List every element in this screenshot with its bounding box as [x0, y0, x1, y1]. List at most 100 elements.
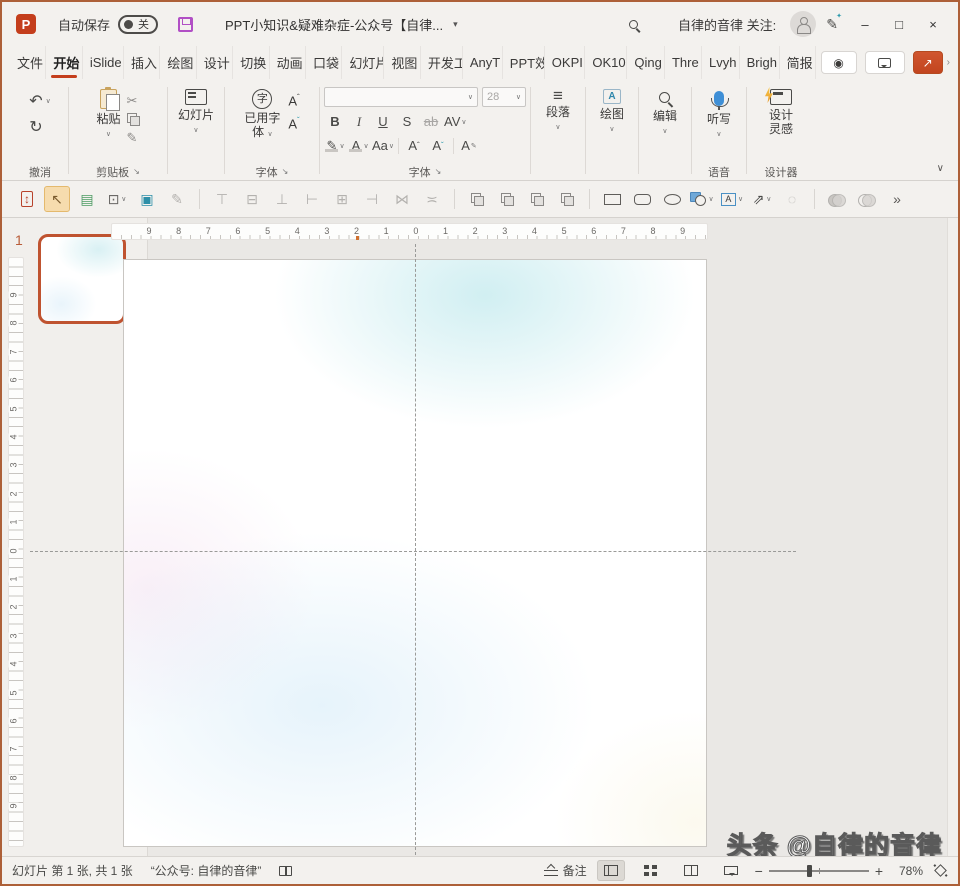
freeform-icon[interactable]: ◌	[779, 186, 805, 212]
title-dropdown-icon[interactable]: ▾	[453, 19, 458, 30]
line-arrow-button[interactable]: ⇗∨	[749, 186, 775, 212]
zoom-percentage[interactable]: 78%	[893, 864, 923, 878]
paste-button[interactable]: 粘贴 ∨	[96, 85, 120, 163]
strikethrough-button[interactable]: ab	[420, 114, 442, 129]
tab-OKPI[interactable]: OKPI	[545, 46, 586, 79]
fit-slide-to-window-button[interactable]	[934, 864, 947, 877]
format-painter-button[interactable]: ✎	[127, 130, 140, 146]
tab-幻灯片[interactable]: 幻灯片	[342, 46, 384, 79]
design-ideas-button[interactable]: 设计 灵感	[769, 85, 793, 163]
ellipse-shape-button[interactable]	[659, 186, 685, 212]
bring-to-front-icon[interactable]	[464, 186, 490, 212]
pen-effects-icon[interactable]: ✎	[826, 16, 838, 33]
text-highlight-button[interactable]: ✎∨	[324, 140, 346, 152]
spellcheck-icon[interactable]	[279, 866, 292, 876]
align-left-icon[interactable]: ⊢	[299, 186, 325, 212]
send-to-back-icon[interactable]	[494, 186, 520, 212]
merge-shapes-combine-icon[interactable]	[854, 186, 880, 212]
font-dialog-launcher-icon[interactable]: ↘	[435, 167, 442, 176]
tab-设计[interactable]: 设计	[197, 46, 233, 79]
font-size-combobox[interactable]: 28∨	[482, 87, 526, 107]
align-bottom-icon[interactable]: ⊥	[269, 186, 295, 212]
vertical-guide[interactable]	[415, 244, 416, 860]
format-painter-icon[interactable]: ✎	[164, 186, 190, 212]
bold-button[interactable]: B	[324, 114, 346, 129]
reading-view-button[interactable]	[677, 860, 705, 881]
align-top-icon[interactable]: ⊤	[209, 186, 235, 212]
tab-动画[interactable]: 动画	[270, 46, 306, 79]
vertical-ruler[interactable]: 9876543210123456789	[8, 257, 24, 847]
autosave-toggle[interactable]: 关	[118, 15, 158, 34]
distribute-horizontal-icon[interactable]: ⋈	[389, 186, 415, 212]
tab-开发工具[interactable]: 开发工具	[421, 46, 463, 79]
tab-绘图[interactable]: 绘图	[160, 46, 196, 79]
zoom-slider-handle[interactable]	[807, 865, 812, 877]
tab-简报[interactable]: 简报	[780, 46, 816, 79]
search-icon[interactable]	[629, 20, 638, 29]
decrease-font-size-button[interactable]: Aˇ	[427, 138, 449, 153]
quickbar-overflow-button[interactable]: »	[884, 186, 910, 212]
slideshow-view-button[interactable]	[717, 860, 745, 881]
grow-font-button[interactable]: Aˆ	[288, 93, 299, 108]
object-snap-icon[interactable]: ⊡∨	[104, 186, 130, 212]
change-case-button[interactable]: Aa∨	[372, 138, 394, 153]
maximize-button[interactable]: □	[882, 9, 916, 39]
collapse-ribbon-icon[interactable]: ∨	[937, 163, 944, 174]
document-title[interactable]: PPT小知识&疑难杂症-公众号【自律...	[225, 15, 443, 34]
tab-插入[interactable]: 插入	[124, 46, 160, 79]
used-fonts-dialog-launcher-icon[interactable]: ↘	[282, 167, 289, 176]
zoom-in-button[interactable]: +	[875, 863, 883, 879]
tab-口袋[interactable]: 口袋	[306, 46, 342, 79]
slide-layout-icon[interactable]: ▣	[134, 186, 160, 212]
tab-切换[interactable]: 切换	[233, 46, 269, 79]
slide-thumbnail[interactable]	[38, 234, 126, 324]
text-box-button[interactable]: A∨	[719, 186, 745, 212]
shapes-gallery-button[interactable]: ∨	[689, 186, 715, 212]
comments-button[interactable]	[865, 51, 905, 74]
tab-文件[interactable]: 文件	[10, 46, 46, 79]
notes-button[interactable]: 备注	[544, 862, 587, 879]
tab-AnyT[interactable]: AnyT	[463, 46, 503, 79]
tab-Brigh[interactable]: Brigh	[740, 46, 780, 79]
save-icon[interactable]	[178, 17, 193, 32]
account-name[interactable]: 自律的音律 关注:	[678, 15, 776, 34]
ribbon-options-chevron-icon[interactable]: ›	[947, 57, 950, 68]
copy-button[interactable]	[127, 113, 140, 126]
paragraph-button[interactable]: ≡ 段落 ∨	[546, 85, 570, 163]
cut-button[interactable]: ✂	[127, 93, 140, 109]
tab-OK10[interactable]: OK10	[585, 46, 627, 79]
bring-forward-icon[interactable]	[524, 186, 550, 212]
vertical-scrollbar[interactable]	[947, 218, 958, 860]
font-color-button[interactable]: A∨	[348, 140, 370, 152]
editing-button[interactable]: 编辑 ∨	[653, 85, 677, 163]
powerpoint-logo-icon[interactable]: P	[16, 14, 36, 34]
character-spacing-button[interactable]: AV∨	[444, 114, 467, 129]
tab-iSlide[interactable]: iSlide	[83, 46, 124, 79]
slide-layout-button[interactable]: 幻灯片 ∨	[178, 85, 214, 163]
slide-sorter-view-button[interactable]	[637, 860, 665, 881]
text-shadow-button[interactable]: S	[396, 114, 418, 129]
drawing-button[interactable]: A 绘图 ∨	[600, 85, 624, 163]
increase-font-size-button[interactable]: Aˆ	[403, 138, 425, 153]
redo-button[interactable]: ↻	[29, 117, 51, 137]
horizontal-guide[interactable]	[30, 551, 796, 552]
autosave-control[interactable]: 自动保存 关	[58, 15, 158, 34]
rounded-rectangle-shape-button[interactable]	[629, 186, 655, 212]
clipboard-dialog-launcher-icon[interactable]: ↘	[133, 167, 140, 176]
align-right-icon[interactable]: ⊣	[359, 186, 385, 212]
shrink-font-button[interactable]: Aˇ	[288, 116, 299, 131]
align-tools-icon[interactable]: ▤	[74, 186, 100, 212]
share-button[interactable]: ↗	[913, 51, 943, 74]
tab-Thre[interactable]: Thre	[665, 46, 702, 79]
align-middle-icon[interactable]: ⊟	[239, 186, 265, 212]
dictate-button[interactable]: 听写 ∨	[707, 85, 731, 163]
used-fonts-button[interactable]: 字 已用字 体 ∨	[244, 85, 280, 163]
fit-slide-height-icon[interactable]: ↕	[14, 186, 40, 212]
zoom-slider[interactable]	[769, 870, 869, 872]
record-button[interactable]: ◉	[821, 51, 857, 74]
distribute-vertical-icon[interactable]: ≍	[419, 186, 445, 212]
rectangle-shape-button[interactable]	[599, 186, 625, 212]
tab-PPT效[interactable]: PPT效	[503, 46, 545, 79]
minimize-button[interactable]: –	[848, 9, 882, 39]
underline-button[interactable]: U	[372, 114, 394, 129]
